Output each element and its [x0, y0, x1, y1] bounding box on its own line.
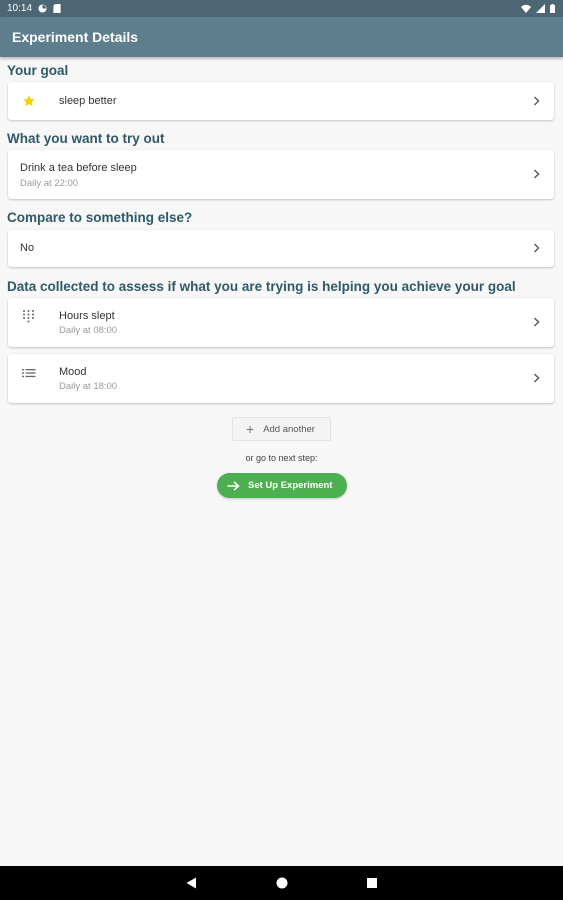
home-icon[interactable]	[276, 877, 288, 889]
chevron-right-icon	[534, 96, 540, 106]
sd-card-icon	[53, 4, 61, 13]
data-item-hours-slept[interactable]: Hours slept Daily at 08:00	[8, 298, 554, 347]
status-time: 10:14	[7, 3, 33, 14]
page-title: Experiment Details	[12, 29, 139, 45]
chevron-right-icon	[534, 243, 540, 253]
try-out-schedule: Daily at 22:00	[20, 178, 79, 189]
try-out-label: Drink a tea before sleep	[20, 162, 137, 174]
app-bar: Experiment Details	[0, 17, 563, 57]
chevron-right-icon	[534, 373, 540, 383]
section-title-data: Data collected to assess if what you are…	[7, 279, 516, 294]
list-icon	[22, 369, 36, 378]
add-another-button[interactable]: + Add another	[232, 417, 331, 441]
data-item-label: Hours slept	[59, 310, 115, 322]
status-bar: 10:14	[0, 0, 563, 17]
navigation-bar	[0, 866, 563, 900]
set-up-experiment-label: Set Up Experiment	[248, 480, 333, 491]
battery-icon	[550, 4, 555, 13]
section-title-try-out: What you want to try out	[7, 131, 165, 146]
goal-label: sleep better	[59, 95, 117, 107]
data-item-schedule: Daily at 08:00	[59, 325, 118, 336]
status-system-icons	[521, 4, 555, 13]
recents-icon[interactable]	[367, 878, 377, 888]
add-another-label: Add another	[263, 423, 315, 435]
arrow-right-icon	[227, 480, 240, 491]
data-item-label: Mood	[59, 366, 87, 378]
section-title-compare: Compare to something else?	[7, 210, 193, 225]
plus-icon: +	[246, 421, 255, 437]
chevron-right-icon	[534, 169, 540, 179]
dial-pad-icon	[23, 310, 34, 323]
data-item-schedule: Daily at 18:00	[59, 381, 118, 392]
next-step-text: or go to next step:	[245, 453, 318, 463]
section-title-goal: Your goal	[7, 63, 69, 78]
back-icon[interactable]	[186, 877, 197, 889]
compare-label: No	[20, 242, 35, 254]
chevron-right-icon	[534, 317, 540, 327]
data-item-mood[interactable]: Mood Daily at 18:00	[8, 354, 554, 403]
signal-icon	[536, 4, 545, 13]
star-icon	[23, 95, 35, 107]
wifi-icon	[521, 4, 531, 13]
set-up-experiment-button[interactable]: Set Up Experiment	[217, 473, 347, 498]
compare-card[interactable]: No	[8, 230, 554, 267]
try-out-card[interactable]: Drink a tea before sleep Daily at 22:00	[8, 150, 554, 199]
goal-card[interactable]: sleep better	[8, 82, 554, 120]
data-saver-icon	[38, 4, 47, 13]
status-notification-icons	[38, 4, 61, 13]
